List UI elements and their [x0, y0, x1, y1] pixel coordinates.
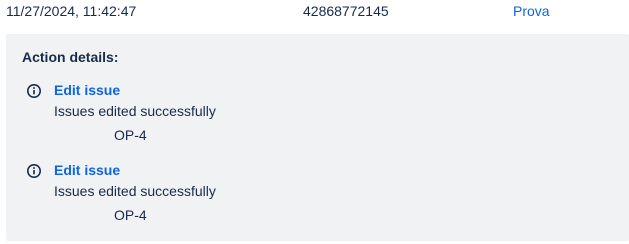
action-entry: Edit issue Issues edited successfully OP…: [26, 82, 606, 150]
info-icon: [26, 163, 42, 179]
edit-issue-link[interactable]: Edit issue: [54, 162, 120, 178]
action-entry: Edit issue Issues edited successfully OP…: [26, 162, 606, 230]
timestamp: 11/27/2024, 11:42:47: [6, 3, 137, 19]
edit-issue-link[interactable]: Edit issue: [54, 82, 120, 98]
entry-message: Issues edited successfully: [54, 183, 216, 199]
info-icon: [26, 83, 42, 99]
rule-link[interactable]: Prova: [513, 3, 550, 19]
issue-key: OP-4: [114, 207, 147, 223]
action-details-panel: Action details: Edit issue Issues edited…: [6, 34, 629, 241]
action-details-title: Action details:: [22, 49, 119, 65]
entry-message: Issues edited successfully: [54, 103, 216, 119]
audit-log-row: 11/27/2024, 11:42:47 42868772145 Prova: [0, 0, 629, 32]
record-id: 42868772145: [303, 3, 389, 19]
issue-key: OP-4: [114, 127, 147, 143]
